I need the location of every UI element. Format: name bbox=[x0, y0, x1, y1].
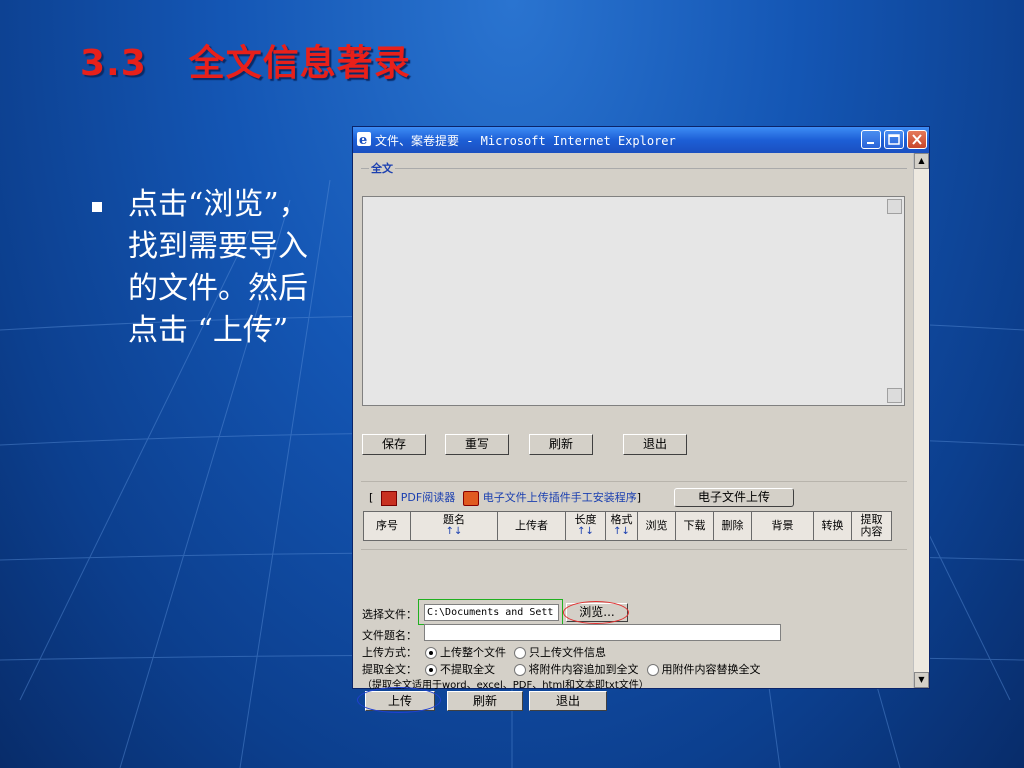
browse-highlight-oval bbox=[563, 601, 629, 624]
col-header-delete: 删除 bbox=[714, 511, 752, 541]
exit-button[interactable]: 退出 bbox=[623, 434, 687, 455]
svg-text:e: e bbox=[359, 133, 367, 147]
textarea-scroll-up[interactable] bbox=[887, 199, 902, 214]
upload-highlight-oval bbox=[357, 687, 441, 713]
bullet-text: 点击“浏览”， 找到需要导入 的文件。然后 点击 “上传” bbox=[128, 184, 358, 352]
exit-bottom-button[interactable]: 退出 bbox=[529, 691, 607, 711]
col-header-label: 格式 bbox=[610, 513, 633, 526]
minimize-icon bbox=[867, 142, 874, 144]
col-header-label: 序号 bbox=[376, 519, 398, 532]
extract-label: 提取全文： bbox=[362, 663, 417, 676]
maximize-icon bbox=[888, 134, 900, 145]
fulltext-textarea[interactable] bbox=[362, 196, 905, 406]
col-header-length[interactable]: 长度 ↑↓ bbox=[566, 511, 606, 541]
files-table-header: 序号 题名 ↑↓ 上传者 长度 ↑↓ 格式 ↑↓ 浏览 下载 删除 背景 转换 提取内… bbox=[363, 511, 892, 541]
links-row: [ PDF阅读器 电子文件上传插件手工安装程序] bbox=[369, 489, 641, 506]
vertical-scrollbar[interactable]: ▲ ▼ bbox=[913, 153, 929, 688]
pdf-icon bbox=[380, 490, 397, 506]
col-header-title[interactable]: 题名 ↑↓ bbox=[411, 511, 498, 541]
bullet-line: 点击 “上传” bbox=[128, 313, 289, 348]
select-file-label: 选择文件： bbox=[362, 608, 417, 621]
ie-window: e 文件、案卷提要 - Microsoft Internet Explorer … bbox=[352, 126, 930, 713]
col-header-seq[interactable]: 序号 bbox=[363, 511, 411, 541]
refresh-bottom-button[interactable]: 刷新 bbox=[447, 691, 523, 711]
upload-mode-option: 上传整个文件 bbox=[440, 646, 506, 659]
extract-option: 将附件内容追加到全文 bbox=[528, 663, 639, 676]
extract-row: 提取全文： 不提取全文 将附件内容追加到全文 用附件内容替换全文 bbox=[362, 661, 761, 677]
extract-option: 用附件内容替换全文 bbox=[661, 663, 761, 676]
radio-upload-whole[interactable] bbox=[425, 647, 437, 659]
electronic-upload-button[interactable]: 电子文件上传 bbox=[674, 488, 794, 507]
upload-mode-option: 只上传文件信息 bbox=[529, 646, 606, 659]
window-title: 文件、案卷提要 - Microsoft Internet Explorer bbox=[375, 134, 676, 148]
file-title-input[interactable] bbox=[424, 624, 781, 641]
col-header-label: 浏览 bbox=[645, 519, 668, 532]
divider bbox=[361, 549, 907, 550]
col-header-extract: 提取 内容 bbox=[852, 511, 892, 541]
pdf-reader-link[interactable]: PDF阅读器 bbox=[401, 491, 455, 504]
minimize-button[interactable] bbox=[861, 130, 881, 149]
refresh-button[interactable]: 刷新 bbox=[529, 434, 593, 455]
window-content: 全文 保存 重写 刷新 退出 [ PDF阅读器 电子文件上传插件手工安装程序] … bbox=[353, 153, 913, 713]
save-button[interactable]: 保存 bbox=[362, 434, 426, 455]
reset-button[interactable]: 重写 bbox=[445, 434, 509, 455]
ie-icon: e bbox=[357, 132, 371, 147]
plugin-icon bbox=[462, 490, 479, 506]
file-path-input[interactable]: C:\Documents and Sett bbox=[424, 604, 559, 621]
col-header-download: 下载 bbox=[676, 511, 714, 541]
extract-option: 不提取全文 bbox=[440, 663, 495, 676]
col-header-label: 转换 bbox=[821, 519, 844, 532]
upload-mode-label: 上传方式： bbox=[362, 646, 417, 659]
bullet-square-icon bbox=[92, 202, 102, 212]
col-header-label: 上传者 bbox=[515, 519, 548, 532]
radio-no-extract[interactable] bbox=[425, 664, 437, 676]
bullet-line: 的文件。然后 bbox=[128, 271, 308, 306]
sort-arrows-icon[interactable]: ↑↓ bbox=[566, 526, 605, 538]
sort-arrows-icon[interactable]: ↑↓ bbox=[606, 526, 637, 538]
col-header-label: 删除 bbox=[721, 519, 744, 532]
bullet-line: 点击“浏览”， bbox=[128, 187, 309, 222]
section-title: 全文信息著录 bbox=[188, 43, 411, 84]
file-title-label: 文件题名： bbox=[362, 629, 417, 642]
window-titlebar[interactable]: e 文件、案卷提要 - Microsoft Internet Explorer bbox=[353, 127, 929, 153]
col-header-uploader[interactable]: 上传者 bbox=[498, 511, 566, 541]
col-header-label: 下载 bbox=[683, 519, 706, 532]
radio-append[interactable] bbox=[513, 664, 526, 676]
bracket-close: ] bbox=[636, 491, 642, 504]
textarea-scroll-down[interactable] bbox=[887, 388, 902, 403]
col-header-convert: 转换 bbox=[814, 511, 852, 541]
col-header-browse: 浏览 bbox=[638, 511, 676, 541]
divider bbox=[361, 481, 907, 482]
slide: 3.3 全文信息著录 点击“浏览”， 找到需要导入 的文件。然后 点击 “上传” … bbox=[0, 0, 1024, 768]
scroll-up-icon[interactable]: ▲ bbox=[914, 153, 929, 169]
slide-title: 3.3 全文信息著录 bbox=[80, 34, 411, 86]
col-header-format[interactable]: 格式 ↑↓ bbox=[606, 511, 638, 541]
scroll-down-icon[interactable]: ▼ bbox=[914, 672, 929, 688]
upload-mode-row: 上传方式： 上传整个文件 只上传文件信息 bbox=[362, 644, 606, 660]
sort-arrows-icon[interactable]: ↑↓ bbox=[411, 526, 497, 538]
close-button[interactable] bbox=[907, 130, 927, 149]
plugin-install-link[interactable]: 电子文件上传插件手工安装程序 bbox=[483, 491, 637, 504]
fieldset-legend: 全文 bbox=[369, 160, 395, 176]
col-header-label: 背景 bbox=[771, 519, 794, 532]
close-icon bbox=[912, 134, 922, 145]
col-header-background: 背景 bbox=[752, 511, 814, 541]
col-header-sub: 内容 bbox=[860, 525, 883, 538]
bullet-line: 找到需要导入 bbox=[128, 229, 308, 264]
radio-replace[interactable] bbox=[646, 664, 659, 676]
radio-upload-info-only[interactable] bbox=[514, 647, 526, 659]
fieldset-border bbox=[361, 168, 907, 169]
col-header-label: 长度 bbox=[574, 513, 597, 526]
maximize-button[interactable] bbox=[884, 130, 904, 149]
col-header-label: 题名 bbox=[443, 513, 465, 526]
bracket-open: [ bbox=[369, 491, 374, 504]
section-number: 3.3 bbox=[80, 43, 147, 84]
